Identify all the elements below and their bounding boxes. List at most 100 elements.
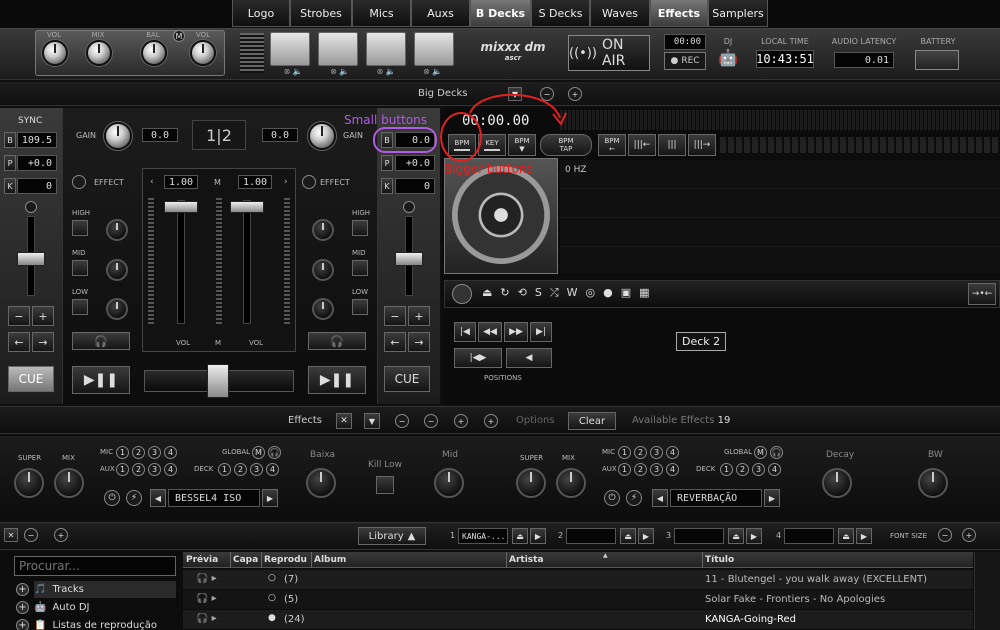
deck-right-pitch-fader[interactable] [395, 252, 423, 266]
column-separator[interactable] [230, 552, 231, 568]
headphone-left-button[interactable]: 🎧 [72, 332, 130, 350]
speaker-icon[interactable]: ⊗ 🔈 [284, 67, 303, 77]
eq-mid-left-kill[interactable] [72, 260, 88, 276]
fx1-mic-1[interactable]: 1 [116, 446, 129, 459]
fx1-global-m[interactable]: M [252, 446, 265, 459]
deck-left-pitch-plus[interactable]: + [32, 306, 54, 326]
deck-right-rate-reset[interactable] [403, 201, 415, 213]
tab-auxs[interactable]: Auxs [411, 0, 470, 27]
table-scrollbar[interactable] [974, 552, 1000, 630]
preview-deck-4-play[interactable]: ▶ [856, 528, 872, 544]
fx2-power-button[interactable]: ⏻ [604, 490, 620, 506]
fx1-param2-toggle[interactable] [376, 476, 394, 494]
fx1-aux-2[interactable]: 2 [132, 463, 145, 476]
fx2-super-knob[interactable] [516, 468, 546, 498]
tab-logo[interactable]: Logo [232, 0, 290, 27]
column-header-4[interactable]: Artista [509, 555, 544, 565]
sidebar-expand-icon[interactable]: + [16, 583, 29, 596]
sync-label[interactable]: SYNC [18, 116, 42, 126]
sidebar-expand-icon[interactable]: + [16, 601, 29, 614]
preview-deck-2-eject[interactable]: ⏏ [620, 528, 636, 544]
deck-right-nudge-back[interactable]: ← [384, 332, 406, 352]
tab-strobes[interactable]: Strobes [290, 0, 352, 27]
fx1-deck-2[interactable]: 2 [234, 463, 247, 476]
deck-left-bpm[interactable]: 109.5 [17, 132, 57, 148]
volume-right-fader[interactable] [230, 201, 264, 213]
eq-mid-right-knob[interactable] [312, 259, 334, 281]
slip-icon[interactable]: S [535, 286, 542, 302]
effects-close-button[interactable]: ✕ [336, 413, 352, 429]
eq-high-left-knob[interactable] [106, 219, 128, 241]
eq-low-left-kill[interactable] [72, 299, 88, 315]
fx1-deck-3[interactable]: 3 [250, 463, 263, 476]
beatgrid-right-button[interactable]: |||→ [688, 134, 716, 156]
master-volume-knob[interactable] [42, 40, 68, 66]
crossfader-handle[interactable] [207, 364, 229, 398]
sidebar-item-auto-dj[interactable]: 🤖 Auto DJ [34, 599, 176, 616]
eq-low-right-kill[interactable] [352, 299, 368, 315]
eq-high-right-knob[interactable] [312, 219, 334, 241]
volume-left-fader[interactable] [164, 201, 198, 213]
played-indicator-icon[interactable]: ○ [268, 593, 276, 603]
effects-minus-1[interactable]: − [395, 414, 409, 428]
played-indicator-icon[interactable]: ● [268, 613, 276, 623]
column-header-2[interactable]: Reprodu [264, 555, 307, 565]
beatgrid-left-button[interactable]: |||← [628, 134, 656, 156]
tab-samplers[interactable]: Samplers [708, 0, 768, 27]
fx1-aux-3[interactable]: 3 [148, 463, 161, 476]
eject-icon[interactable]: ⏏ [482, 286, 492, 302]
fx2-deck-3[interactable]: 3 [752, 463, 765, 476]
preview-deck-3-play[interactable]: ▶ [746, 528, 762, 544]
preview-deck-2-play[interactable]: ▶ [638, 528, 654, 544]
deck-left-cue-button[interactable]: CUE [8, 366, 54, 392]
preview-deck-1-play[interactable]: ▶ [530, 528, 546, 544]
hotcue-forward-button[interactable]: ▶| [530, 322, 552, 342]
deck-right-pitch[interactable]: +0.0 [395, 155, 435, 171]
preview-deck-1-eject[interactable]: ⏏ [512, 528, 528, 544]
deck-left-nudge-forward[interactable]: → [32, 332, 54, 352]
search-input[interactable] [14, 556, 176, 576]
sidebar-item-tracks[interactable]: 🎵 Tracks [34, 581, 176, 598]
reverse-button[interactable]: ◀ [506, 348, 552, 368]
column-separator[interactable] [506, 552, 507, 568]
headphone-volume-knob[interactable] [190, 40, 216, 66]
effects-plus-2[interactable]: + [484, 414, 498, 428]
library-close-button[interactable]: ✕ [4, 528, 18, 542]
bpm-left-button[interactable]: BPM ← [598, 134, 626, 156]
eq-high-left-kill[interactable] [72, 220, 88, 236]
effects-plus-1[interactable]: + [454, 414, 468, 428]
effects-clear-button[interactable]: Clear [568, 412, 616, 430]
deck-selector[interactable]: 1|2 [192, 120, 246, 150]
deck-right-nudge-forward[interactable]: → [408, 332, 430, 352]
target-icon[interactable]: ◎ [586, 286, 596, 302]
headphone-icon[interactable]: 🎧 [268, 446, 281, 459]
eq-mid-left-knob[interactable] [106, 259, 128, 281]
deck-left-nudge-back[interactable]: ← [8, 332, 30, 352]
fx2-aux-2[interactable]: 2 [634, 463, 647, 476]
deck-left-pitch-minus[interactable]: − [8, 306, 30, 326]
gain-left-knob[interactable] [104, 122, 132, 150]
fx1-mic-2[interactable]: 2 [132, 446, 145, 459]
fx1-next-button[interactable]: ▶ [262, 489, 278, 507]
fx1-mix-knob[interactable] [54, 468, 84, 498]
fx2-deck-2[interactable]: 2 [736, 463, 749, 476]
sidebar-item-listas-de-reprodução[interactable]: 📋 Listas de reprodução [34, 617, 176, 630]
deck-left-key[interactable]: 0 [17, 178, 57, 194]
column-header-5[interactable]: Título [705, 555, 734, 565]
square-icon[interactable]: ▣ [621, 286, 631, 302]
fx2-mic-2[interactable]: 2 [634, 446, 647, 459]
rec-button[interactable]: ● REC [664, 52, 706, 70]
fx1-aux-1[interactable]: 1 [116, 463, 129, 476]
tab-waves[interactable]: Waves [590, 0, 650, 27]
deck-right-cue-button[interactable]: CUE [384, 366, 430, 392]
waveform-icon[interactable]: W [567, 286, 578, 302]
rewind-button[interactable]: ◀◀ [478, 322, 502, 342]
fx2-aux-1[interactable]: 1 [618, 463, 631, 476]
beatgrid-center-button[interactable]: ||| [658, 134, 686, 156]
sidebar-expand-icon[interactable]: + [16, 619, 29, 630]
deck-right-pitch-plus[interactable]: + [408, 306, 430, 326]
fx2-deck-1[interactable]: 1 [720, 463, 733, 476]
eq-high-right-kill[interactable] [352, 220, 368, 236]
tab-s-decks[interactable]: S Decks [531, 0, 590, 27]
tab-effects[interactable]: Effects [650, 0, 708, 27]
